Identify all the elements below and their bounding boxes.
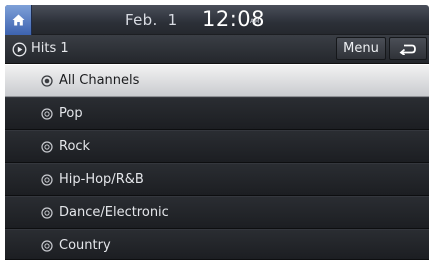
list-item-label: Country — [59, 238, 111, 253]
back-button[interactable] — [389, 37, 427, 60]
list-item-hip-hop-rnb[interactable]: Hip-Hop/R&B — [5, 163, 429, 196]
list-item-label: Rock — [59, 139, 91, 154]
radio-dot-icon — [41, 141, 53, 153]
title-bar: Hits 1 Menu — [5, 35, 429, 64]
list-item-label: All Channels — [59, 73, 140, 88]
list-item-all-channels[interactable]: All Channels — [5, 64, 429, 97]
list-item-dance-electronic[interactable]: Dance/Electronic — [5, 196, 429, 229]
radio-dot-icon — [41, 75, 53, 87]
radio-dot-icon — [41, 240, 53, 252]
category-list: All Channels Pop Rock Hip-Hop/R&B Dance/… — [5, 64, 429, 260]
channel-title: Hits 1 — [31, 41, 69, 56]
home-button[interactable] — [5, 5, 32, 35]
date-label: Feb. 1 — [125, 11, 178, 29]
list-item-label: Pop — [59, 106, 83, 121]
list-item-rock[interactable]: Rock — [5, 130, 429, 163]
radio-dot-icon — [41, 207, 53, 219]
radio-dot-icon — [41, 108, 53, 120]
list-item-pop[interactable]: Pop — [5, 97, 429, 130]
back-arrow-icon — [399, 44, 416, 55]
list-item-label: Hip-Hop/R&B — [59, 172, 144, 187]
radio-screen: Feb. 1 12:08 AM Hits 1 Menu All Channels — [0, 0, 430, 260]
list-item-label: Dance/Electronic — [59, 205, 169, 220]
play-circle-icon — [12, 42, 27, 57]
home-icon — [12, 14, 24, 26]
menu-button[interactable]: Menu — [336, 37, 386, 60]
status-bar: Feb. 1 12:08 AM — [5, 5, 429, 35]
radio-dot-icon — [41, 174, 53, 186]
clock-ampm: AM — [250, 18, 260, 25]
list-item-country[interactable]: Country — [5, 229, 429, 260]
